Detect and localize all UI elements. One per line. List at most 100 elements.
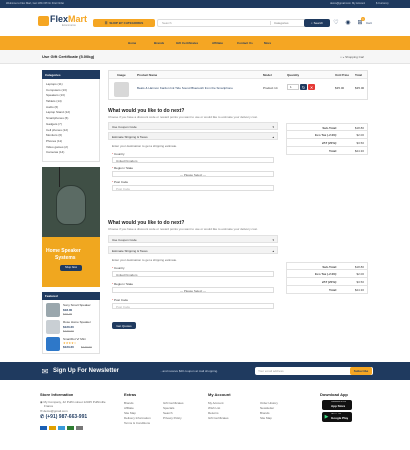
footer-link[interactable]: Terms & Conditions bbox=[124, 421, 151, 426]
totals-row: Eco Tax (-2.00): $2.00 bbox=[286, 270, 368, 278]
top-account[interactable]: My Account bbox=[352, 2, 365, 6]
banner-line2: Systems bbox=[55, 255, 76, 261]
cart-label[interactable]: Cart bbox=[366, 21, 372, 25]
product-name-link[interactable]: Beats & Harmon Kardon Ink Tide Sound Blu… bbox=[137, 86, 261, 90]
header: FlexMart Ecommerce ☰ SHOP BY CATEGORIES S… bbox=[0, 8, 410, 34]
logo-bag-icon bbox=[38, 16, 49, 26]
featured-name[interactable]: Sony Smart Speaker bbox=[63, 303, 98, 307]
footer-link[interactable]: Privacy Policy bbox=[163, 416, 184, 421]
app-store-label: App Store bbox=[331, 404, 346, 408]
remove-icon[interactable]: ✕ bbox=[308, 84, 315, 90]
cart-count-badge: 1 bbox=[361, 17, 365, 21]
app-store-button[interactable]: Download on the App Store bbox=[322, 400, 352, 410]
totals-label: Total: bbox=[329, 288, 337, 292]
totals-table-1: Sub-Total: $18.80 Eco Tax (-2.00): $2.00 VAT… bbox=[286, 123, 368, 155]
google-play-button[interactable]: ▶ GET IT ON Google Play bbox=[322, 412, 352, 422]
country-label: * Country bbox=[112, 152, 125, 156]
quantity-input[interactable]: 1 bbox=[287, 84, 299, 90]
postcode-input[interactable]: Post Code bbox=[112, 303, 274, 309]
search-bar: Search Categories ⌕ Search bbox=[157, 19, 330, 27]
coupon-accordion[interactable]: Use Coupon Code ▾ bbox=[108, 122, 278, 130]
totals-label: Sub-Total: bbox=[322, 265, 337, 269]
nav-gift-certificates[interactable]: Gift Certificates bbox=[176, 41, 198, 45]
nav-home[interactable]: Home bbox=[128, 41, 136, 45]
totals-label: VAT (20%): bbox=[321, 280, 337, 284]
top-currency[interactable]: $ Currency bbox=[376, 2, 389, 6]
extras-links: Brands Affiliate Site Map Delivery Informat… bbox=[124, 401, 151, 426]
store-email[interactable]: ✉ demo@gmail.com bbox=[40, 409, 68, 413]
my-account-title: My Account bbox=[208, 392, 231, 397]
region-select[interactable]: --- Please Select --- bbox=[112, 287, 274, 293]
featured-panel: Featured Sony Smart Speaker $18.00 $20.0… bbox=[42, 292, 100, 354]
featured-name[interactable]: Rose Home Speaker bbox=[63, 320, 98, 324]
wishlist-icon[interactable]: ♡ bbox=[333, 19, 339, 26]
get-quotes-button[interactable]: Get Quotes bbox=[112, 322, 136, 329]
featured-item[interactable]: SmartDot Vr Mini ★★★★☆ $123.20 $140.00 bbox=[46, 337, 98, 352]
totals-label: VAT (20%): bbox=[321, 141, 337, 145]
menu-icon: ☰ bbox=[104, 21, 108, 25]
search-input[interactable]: Search bbox=[162, 21, 172, 25]
home-icon[interactable]: ⌂ bbox=[340, 55, 342, 59]
totals-label: Total: bbox=[329, 149, 337, 153]
subscribe-button[interactable]: Subscribe bbox=[350, 367, 372, 375]
shipping-accordion[interactable]: Estimate Shipping & Taxes ▴ bbox=[108, 246, 278, 254]
product-thumbnail[interactable] bbox=[114, 82, 129, 97]
footer-link[interactable]: Site Map bbox=[260, 416, 278, 421]
col-unit-price: Unit Price bbox=[335, 73, 350, 77]
col-model: Model bbox=[263, 73, 272, 77]
unit-price: $35.00 bbox=[335, 86, 345, 90]
breadcrumb-bar: Use Gift Certificate (5.00kg) ⌂ » Shoppi… bbox=[0, 50, 410, 64]
breadcrumb: ⌂ » Shopping Cart bbox=[340, 55, 365, 59]
play-icon: ▶ bbox=[324, 414, 329, 420]
totals-row: Total: $24.30 bbox=[286, 147, 368, 155]
category-link[interactable]: Cameras (14) bbox=[46, 150, 98, 156]
welcome-text: Welcome to Flex Mart, Get 10% Off On Fir… bbox=[6, 2, 65, 5]
search-button[interactable]: ⌕ Search bbox=[304, 19, 330, 27]
search-icon: ⌕ bbox=[310, 21, 313, 25]
chevron-down-icon: ▾ bbox=[272, 238, 274, 242]
totals-table-2: Sub-Total: $18.80 Eco Tax (-2.00): $2.00 VAT… bbox=[286, 262, 368, 294]
totals-value: $3.50 bbox=[356, 141, 364, 145]
totals-value: $2.00 bbox=[356, 133, 364, 137]
country-label: * Country bbox=[112, 266, 125, 270]
speaker-image bbox=[56, 185, 86, 225]
featured-item[interactable]: Sony Smart Speaker $18.00 $20.00 bbox=[46, 303, 98, 318]
country-select[interactable]: United Kingdom bbox=[112, 157, 274, 163]
next-section-1: What would you like to do next? Choose i… bbox=[108, 108, 278, 208]
totals-label: Sub-Total: bbox=[322, 126, 337, 130]
account-links: My Account Wish List Returns Gift Certifica… bbox=[208, 401, 229, 421]
region-select[interactable]: --- Please Select --- bbox=[112, 171, 274, 177]
totals-value: $24.30 bbox=[354, 149, 364, 153]
refresh-icon[interactable]: ↻ bbox=[300, 84, 307, 90]
mastercard-icon bbox=[49, 426, 56, 430]
postcode-input[interactable]: Post Code bbox=[112, 185, 274, 191]
nav-contact-us[interactable]: Contact Us bbox=[237, 41, 253, 45]
featured-image bbox=[46, 303, 60, 317]
shipping-accordion[interactable]: Estimate Shipping & Taxes ▴ bbox=[108, 132, 278, 140]
featured-item[interactable]: Rose Home Speaker $120.20 $130.00 bbox=[46, 320, 98, 335]
banner-shop-now-button[interactable]: Shop Now bbox=[60, 265, 82, 271]
store-phone[interactable]: ✆ (+91) 987-663-991 bbox=[40, 414, 87, 420]
mail-icon: ✉ bbox=[41, 366, 49, 376]
shop-by-categories-button[interactable]: ☰ SHOP BY CATEGORIES bbox=[93, 19, 155, 27]
featured-price: $123.20 bbox=[63, 345, 74, 349]
col-total: Total bbox=[355, 73, 362, 77]
coupon-accordion[interactable]: Use Coupon Code ▾ bbox=[108, 235, 278, 243]
footer: Store Information ◉ My Company, 42 Puffi… bbox=[0, 380, 410, 450]
region-label: * Region / State bbox=[112, 282, 134, 286]
top-email[interactable]: demo@gmail.com bbox=[330, 2, 351, 6]
nav-more[interactable]: More bbox=[264, 41, 271, 45]
promo-banner[interactable]: Home Speaker Systems Shop Now bbox=[42, 167, 100, 287]
postcode-label: * Post Code bbox=[112, 180, 129, 184]
region-label: * Region / State bbox=[112, 166, 134, 170]
footer-link[interactable]: Gift Certificates bbox=[208, 416, 229, 421]
next-title: What would you like to do next? bbox=[108, 220, 185, 226]
logo[interactable]: FlexMart bbox=[50, 14, 87, 24]
country-select[interactable]: United Kingdom bbox=[112, 271, 274, 277]
nav-affiliate[interactable]: Affiliate bbox=[212, 41, 223, 45]
categories-list: Laptops (11) Computers (13) Speakers (13) T… bbox=[46, 82, 98, 156]
nav-brands[interactable]: Brands bbox=[154, 41, 164, 45]
search-category-select[interactable]: Categories bbox=[270, 21, 300, 25]
amex-icon bbox=[76, 426, 83, 430]
user-icon[interactable]: ◉ bbox=[345, 19, 351, 26]
